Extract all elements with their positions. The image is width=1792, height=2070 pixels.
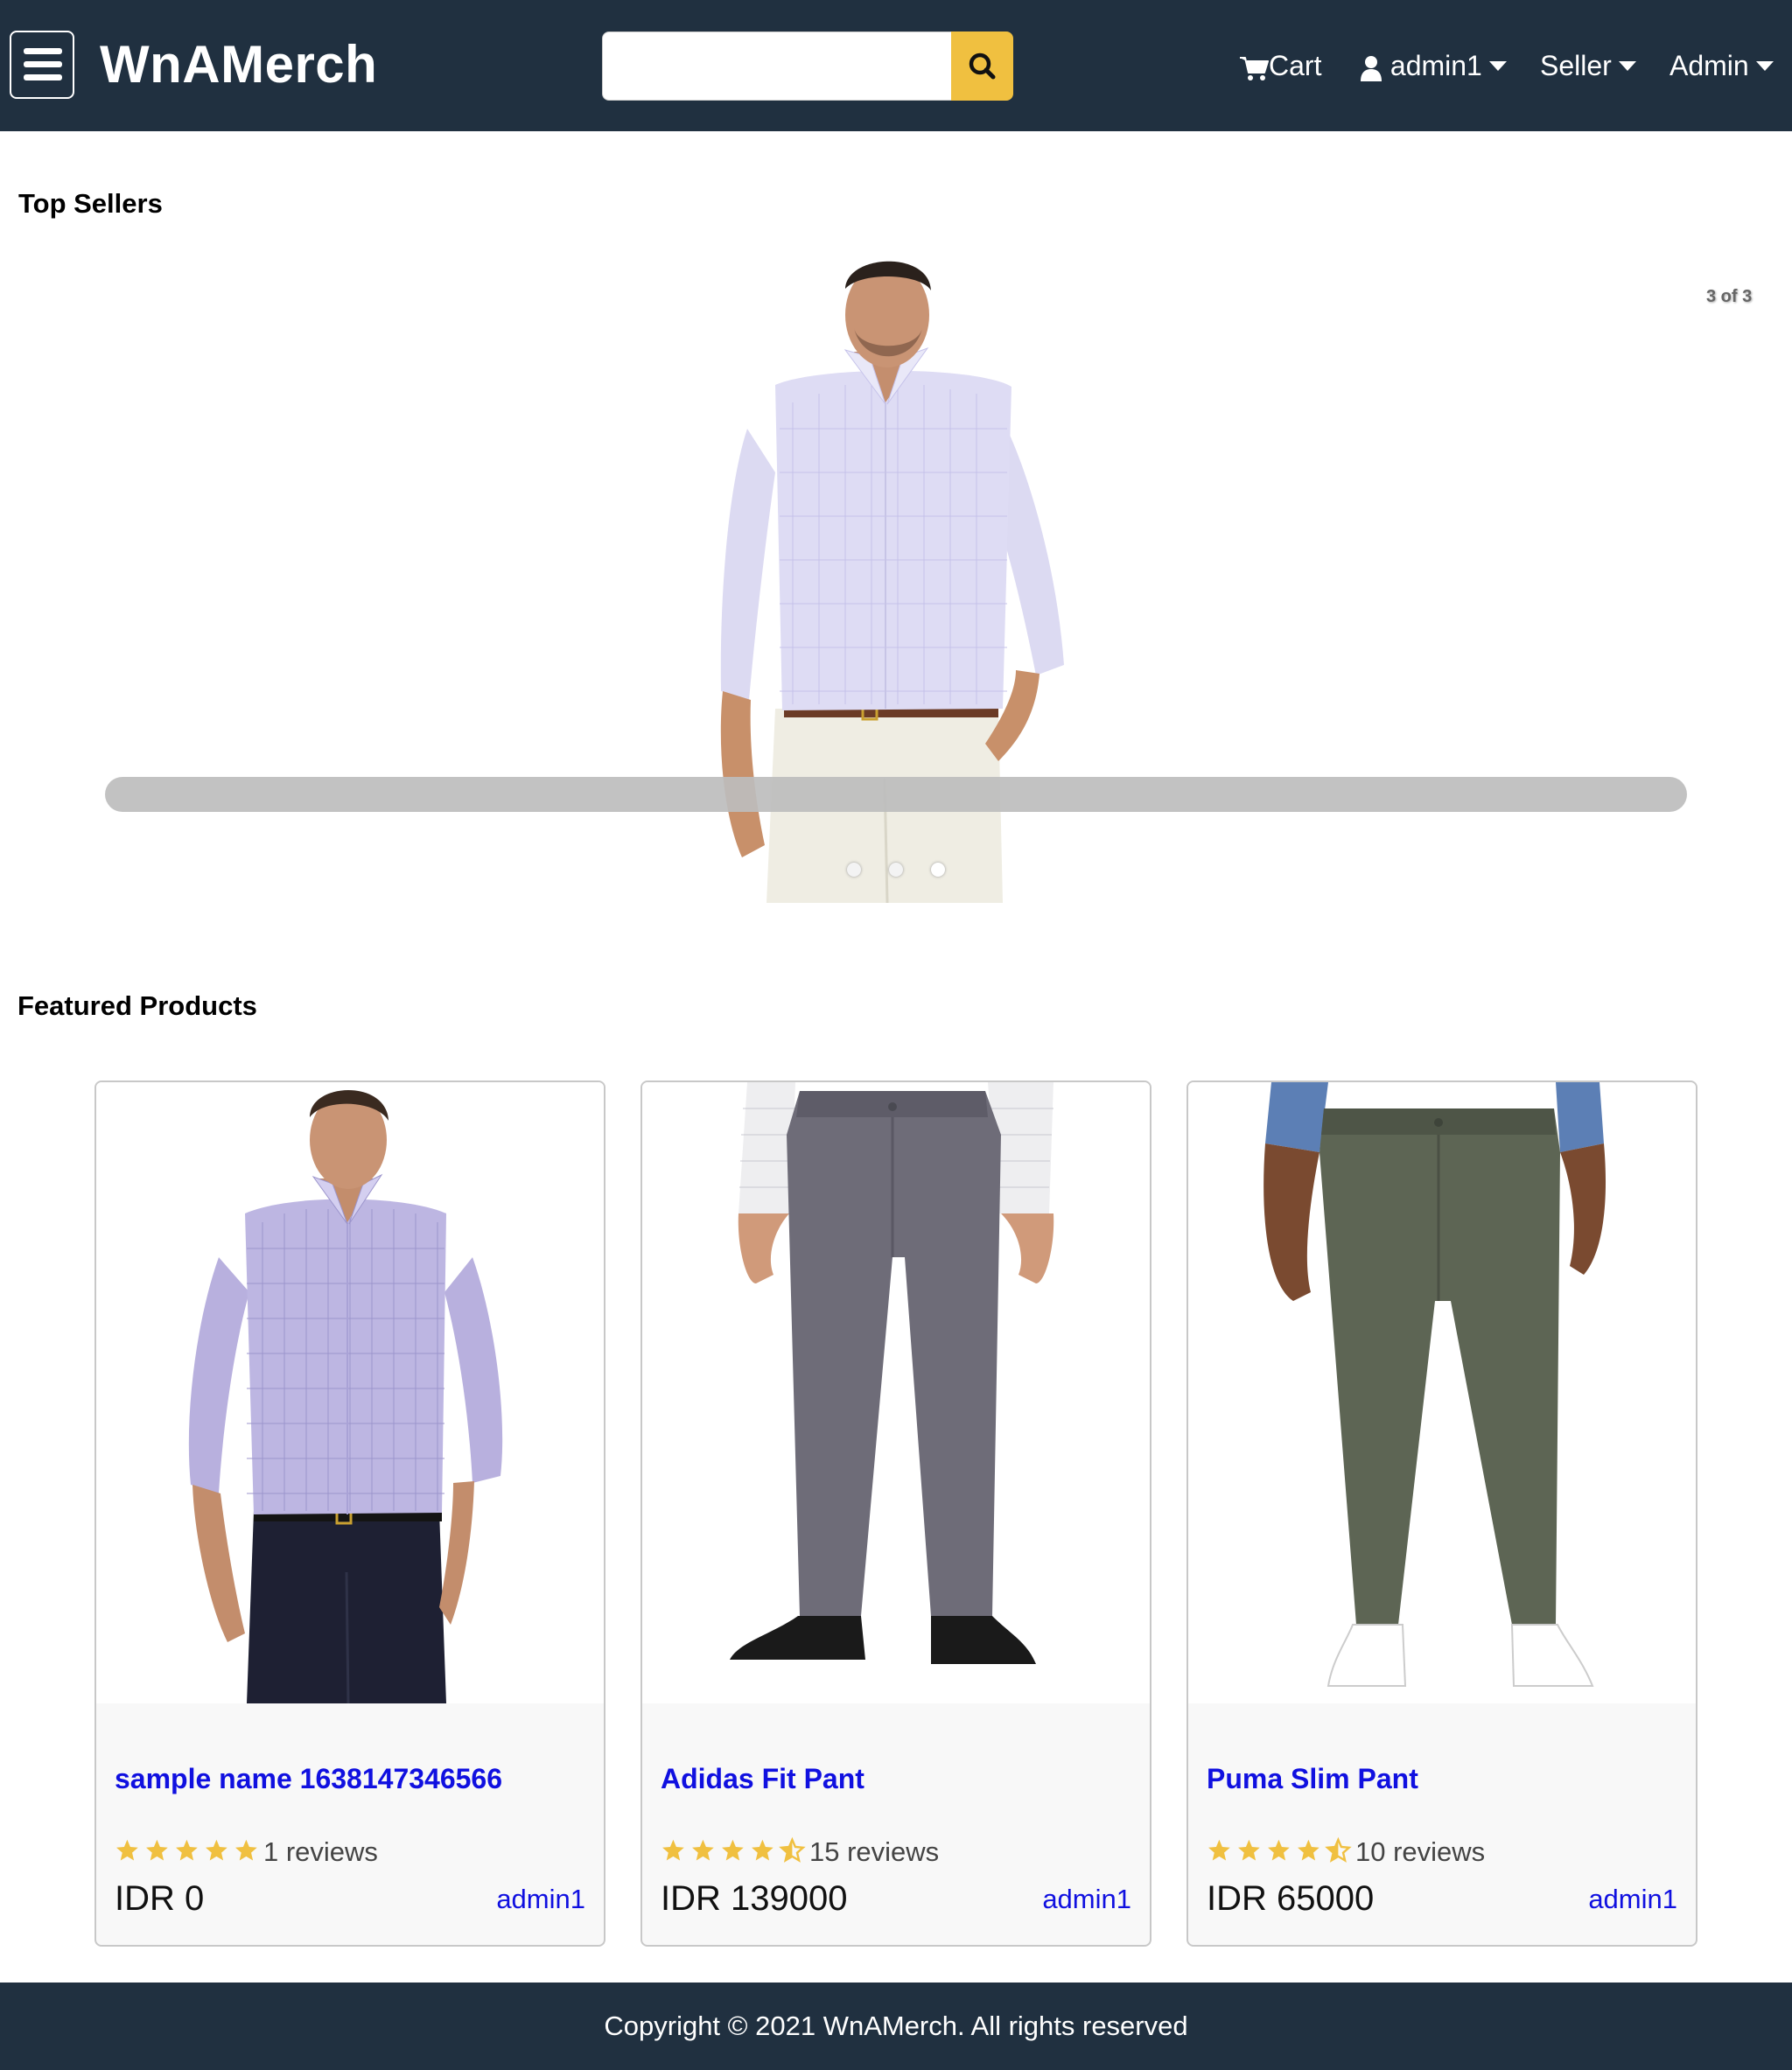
star-icon — [1238, 1839, 1260, 1861]
star-icon — [146, 1839, 168, 1861]
star-icon — [1325, 1836, 1352, 1863]
user-icon — [1361, 55, 1382, 81]
brand-logo-link[interactable]: WnAMerch — [100, 31, 377, 98]
copyright-text: Copyright © 2021 WnAMerch. All rights re… — [604, 2011, 1188, 2041]
star-icon — [692, 1839, 714, 1861]
star-icon — [722, 1839, 744, 1861]
hamburger-icon-bar — [24, 74, 62, 80]
star-icon — [752, 1839, 774, 1861]
star-icon — [1298, 1839, 1320, 1861]
star-icon — [1208, 1839, 1230, 1861]
rating-stars — [1207, 1835, 1355, 1873]
product-price: IDR 0 — [115, 1879, 205, 1918]
product-name-link[interactable]: sample name 1638147346566 — [115, 1763, 502, 1795]
top-navbar: WnAMerch Cart admin1 Seller Admin — [0, 0, 1792, 131]
nav-seller-label: Seller — [1540, 50, 1612, 81]
nav-user-dropdown[interactable]: admin1 — [1360, 42, 1507, 89]
caret-down-icon — [1755, 61, 1774, 72]
seller-link[interactable]: admin1 — [1588, 1882, 1677, 1917]
product-card: sample name 1638147346566 1 reviews IDR … — [94, 1080, 606, 1947]
footer: Copyright © 2021 WnAMerch. All rights re… — [0, 1983, 1792, 2070]
cart-icon — [1240, 56, 1269, 80]
nav-cart-link[interactable]: Cart — [1239, 42, 1321, 89]
search-button[interactable] — [951, 31, 1013, 101]
star-icon — [779, 1836, 806, 1863]
product-rating: 15 reviews — [661, 1835, 939, 1870]
product-name-link[interactable]: Adidas Fit Pant — [661, 1763, 864, 1795]
review-count: 10 reviews — [1355, 1836, 1486, 1868]
nav-cart-label: Cart — [1269, 50, 1322, 81]
rating-stars — [115, 1835, 263, 1873]
product-rating: 1 reviews — [115, 1835, 378, 1870]
rating-stars — [661, 1835, 809, 1873]
carousel-dot-3[interactable] — [931, 863, 945, 877]
carousel-scrollbar[interactable] — [105, 777, 1687, 812]
review-count: 15 reviews — [809, 1836, 940, 1868]
carousel-dot-2[interactable] — [889, 863, 903, 877]
product-card: Puma Slim Pant 10 reviews IDR 65000 admi… — [1186, 1080, 1698, 1947]
star-icon — [235, 1839, 257, 1861]
product-image[interactable] — [642, 1082, 1150, 1703]
nav-admin-label: Admin — [1670, 50, 1749, 81]
hamburger-icon — [24, 48, 62, 54]
product-price: IDR 139000 — [661, 1879, 848, 1918]
caret-down-icon — [1488, 61, 1507, 72]
product-card: Adidas Fit Pant 15 reviews IDR 139000 ad… — [640, 1080, 1152, 1947]
hamburger-menu-button[interactable] — [10, 31, 74, 99]
star-icon — [662, 1839, 684, 1861]
carousel-dot-1[interactable] — [847, 863, 861, 877]
nav-user-label: admin1 — [1390, 50, 1482, 81]
seller-link[interactable]: admin1 — [1042, 1882, 1131, 1917]
seller-link[interactable]: admin1 — [496, 1882, 585, 1917]
product-image[interactable] — [96, 1082, 604, 1703]
carousel-slide-counter: 3 of 3 — [1706, 287, 1753, 306]
product-price: IDR 65000 — [1207, 1879, 1375, 1918]
featured-products-heading: Featured Products — [18, 990, 257, 1021]
top-sellers-heading: Top Sellers — [18, 188, 163, 219]
hamburger-icon-bar — [24, 61, 62, 67]
search-input[interactable] — [602, 31, 952, 101]
star-icon — [1268, 1839, 1290, 1861]
caret-down-icon — [1618, 61, 1636, 72]
star-icon — [206, 1839, 228, 1861]
search-icon — [969, 52, 996, 80]
star-icon — [116, 1839, 138, 1861]
review-count: 1 reviews — [263, 1836, 378, 1868]
nav-seller-dropdown[interactable]: Seller — [1540, 42, 1636, 89]
nav-admin-dropdown[interactable]: Admin — [1670, 42, 1774, 89]
star-icon — [176, 1839, 198, 1861]
product-name-link[interactable]: Puma Slim Pant — [1207, 1763, 1418, 1795]
product-image[interactable] — [1188, 1082, 1696, 1703]
product-rating: 10 reviews — [1207, 1835, 1485, 1870]
